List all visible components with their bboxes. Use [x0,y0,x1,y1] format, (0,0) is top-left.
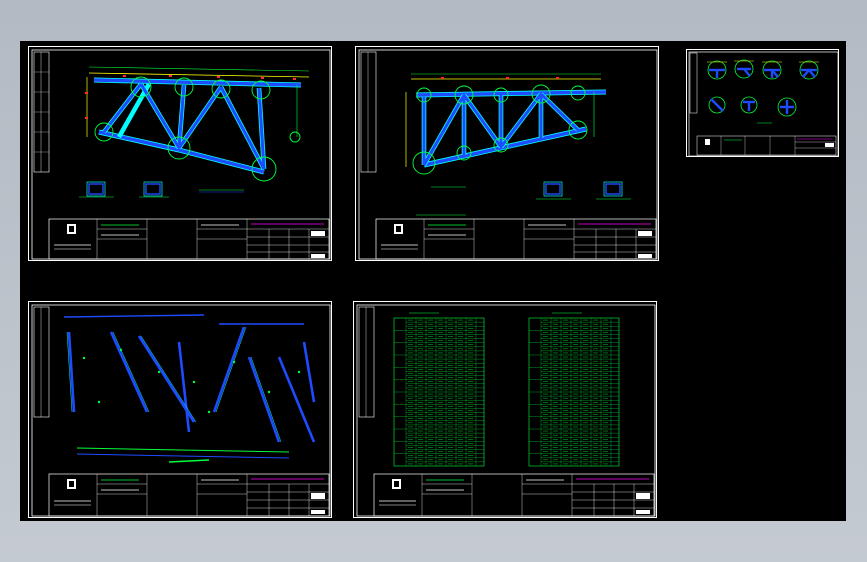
drawing-sheet-2[interactable] [355,46,659,261]
drawing-sheet-5[interactable] [353,301,657,518]
material-table-right [528,317,620,467]
sheet-5-canvas [356,304,656,517]
sheet-1-canvas [31,49,331,260]
material-table-left [393,317,485,467]
sheet-2-canvas [358,49,658,260]
drawing-sheet-4[interactable] [28,301,332,518]
drawing-viewport[interactable] [20,41,846,521]
drawing-sheet-1[interactable] [28,46,332,261]
drawing-sheet-3[interactable] [686,49,839,157]
sheet-3-canvas [688,51,839,157]
sheet-4-canvas [31,304,331,517]
